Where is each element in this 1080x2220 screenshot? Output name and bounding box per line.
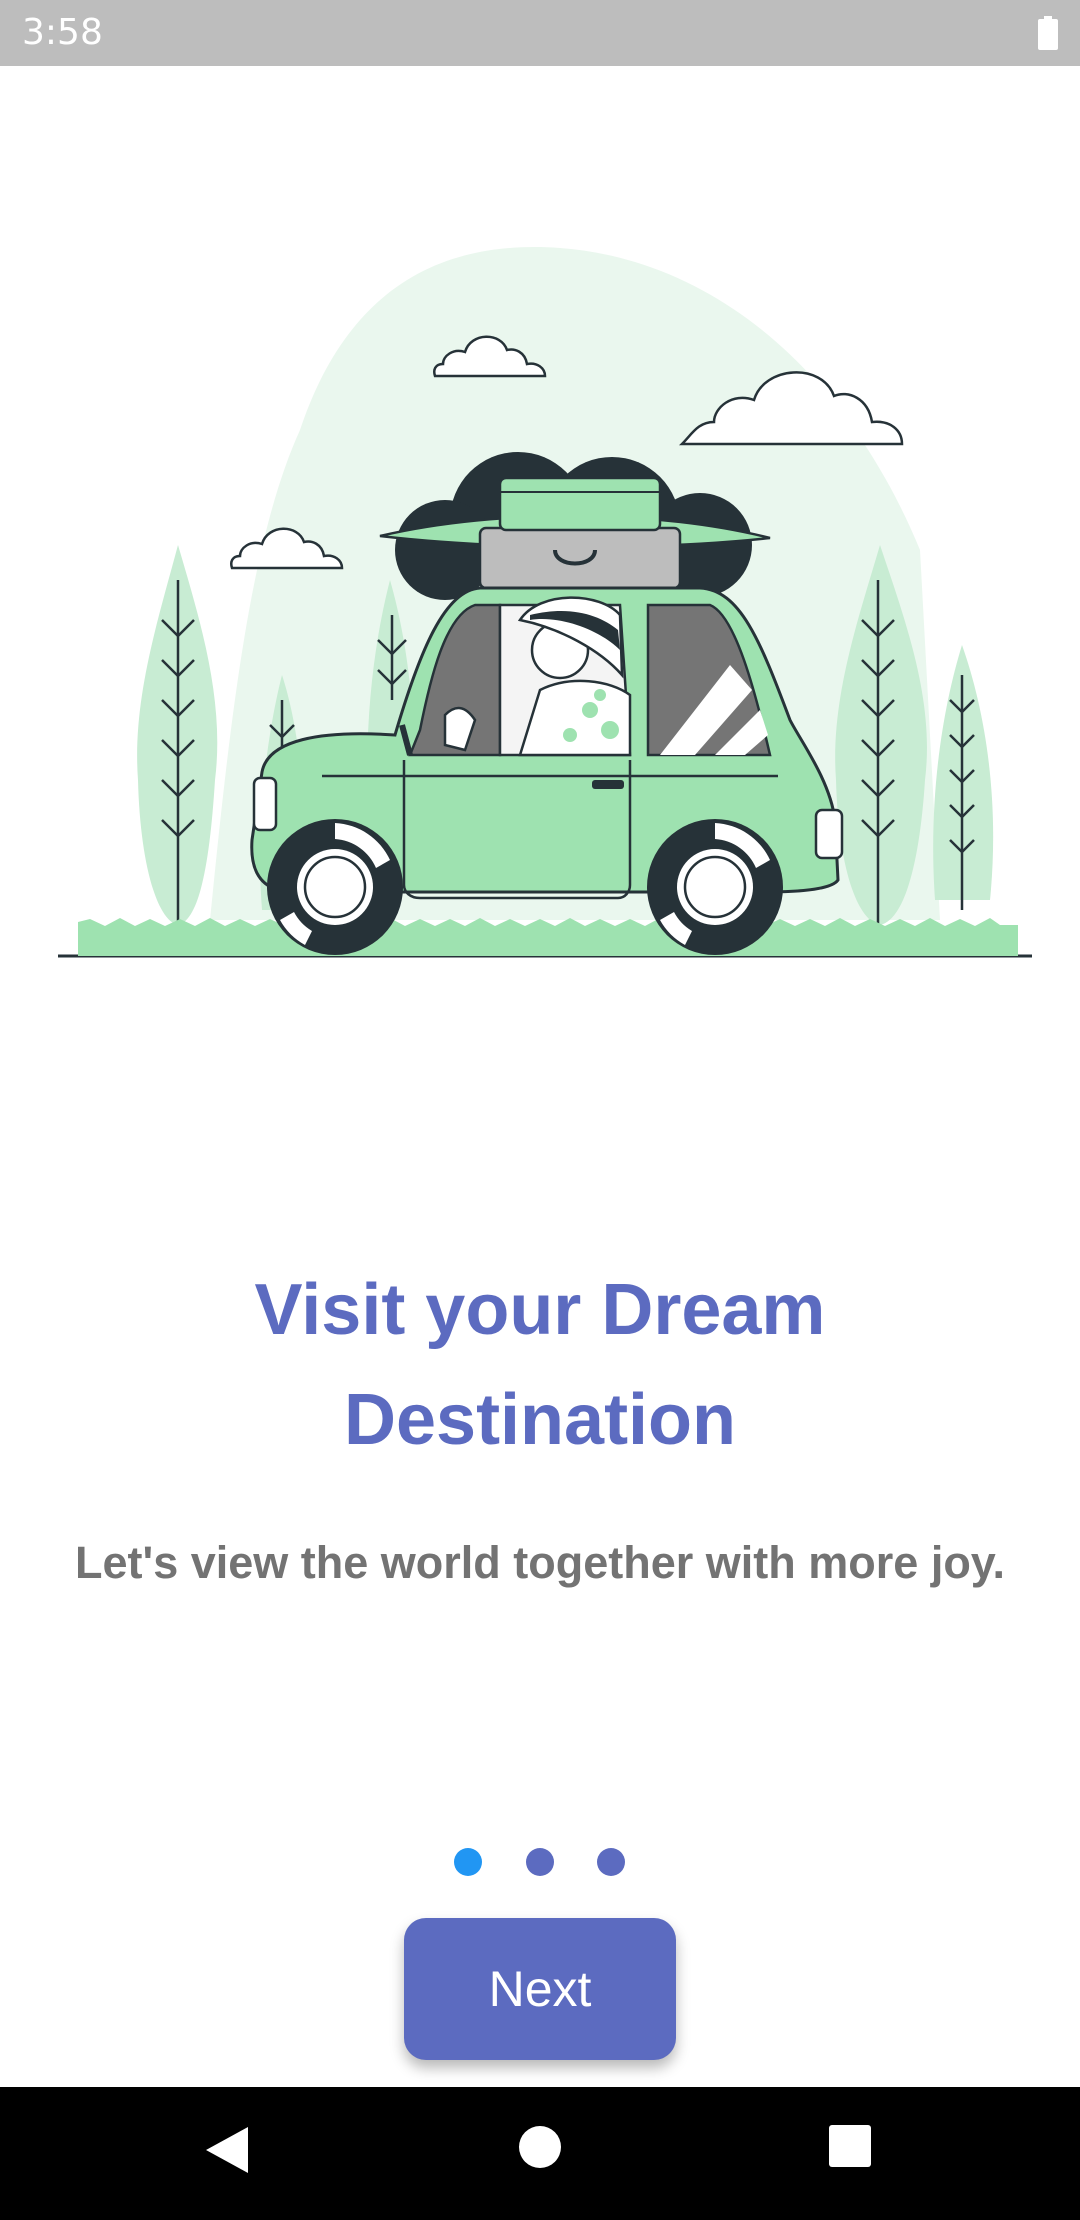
suitcase <box>498 476 662 532</box>
suitcase <box>478 526 682 590</box>
page-dot-3[interactable] <box>597 1848 625 1876</box>
headlight <box>252 776 278 832</box>
page-indicator <box>0 1848 1080 1878</box>
navigation-bar <box>0 2087 1080 2220</box>
home-icon[interactable] <box>518 2125 562 2169</box>
taillight <box>814 808 844 860</box>
car-trip-illustration <box>58 247 1032 958</box>
onboarding-title: Visit your Dream Destination <box>254 1270 826 1460</box>
status-time: 3:58 <box>22 12 103 53</box>
recents-icon[interactable] <box>829 2125 871 2167</box>
onboarding-subtitle: Let's view the world together with more … <box>75 1537 1005 1588</box>
page-dot-1-active[interactable] <box>454 1848 482 1876</box>
battery-icon <box>1038 16 1058 50</box>
status-bar: 3:58 <box>0 0 1080 66</box>
front-wheel <box>267 819 403 955</box>
page-dot-2[interactable] <box>526 1848 554 1876</box>
rear-wheel <box>647 819 783 955</box>
next-button[interactable]: Next <box>404 1918 676 2060</box>
back-icon[interactable] <box>204 2125 250 2175</box>
